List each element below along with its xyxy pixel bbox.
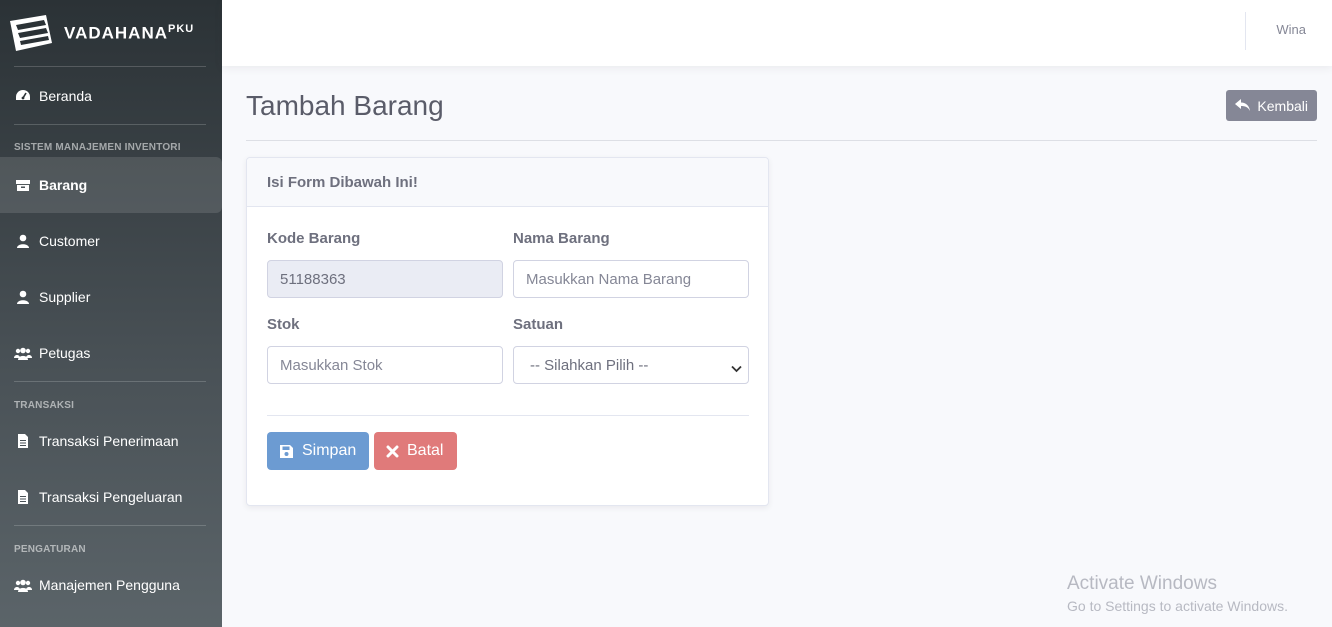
watermark-subtitle: Go to Settings to activate Windows. bbox=[1067, 598, 1288, 614]
watermark-title: Activate Windows bbox=[1067, 573, 1217, 594]
save-button-label: Simpan bbox=[302, 442, 357, 459]
dashboard-icon bbox=[14, 89, 32, 103]
sidebar-item-petugas[interactable]: Petugas bbox=[0, 325, 222, 381]
satuan-label: Satuan bbox=[513, 316, 564, 333]
sidebar-item-label: Transaksi Penerimaan bbox=[39, 433, 179, 449]
file-icon bbox=[14, 490, 32, 504]
back-button-label: Kembali bbox=[1257, 97, 1308, 114]
title-divider bbox=[246, 140, 1317, 141]
form-card-header: Isi Form Dibawah Ini! bbox=[247, 158, 768, 207]
sidebar-item-transaksi-penerimaan[interactable]: Transaksi Penerimaan bbox=[0, 413, 222, 469]
box-icon bbox=[14, 178, 32, 192]
sidebar-item-label: Customer bbox=[39, 233, 100, 249]
user-icon bbox=[14, 234, 32, 248]
stok-input[interactable] bbox=[267, 346, 503, 384]
back-button[interactable]: Kembali bbox=[1226, 90, 1317, 121]
sidebar-item-beranda[interactable]: Beranda bbox=[0, 67, 222, 124]
form-divider bbox=[267, 415, 749, 416]
nama-barang-label: Nama Barang bbox=[513, 230, 610, 247]
sidebar-heading-pengaturan: PENGATURAN bbox=[14, 544, 86, 555]
sidebar-item-customer[interactable]: Customer bbox=[0, 213, 222, 269]
page-title: Tambah Barang bbox=[246, 90, 444, 121]
reply-icon bbox=[1235, 99, 1251, 112]
save-icon bbox=[279, 444, 294, 459]
sidebar-item-label: Manajemen Pengguna bbox=[39, 577, 180, 593]
sidebar-item-label: Supplier bbox=[39, 289, 91, 305]
brand-name: VADAHANAPKU bbox=[64, 22, 195, 43]
sidebar-item-manajemen-pengguna[interactable]: Manajemen Pengguna bbox=[0, 557, 222, 613]
chevron-down-icon bbox=[731, 360, 742, 377]
sidebar-item-label: Petugas bbox=[39, 345, 91, 361]
satuan-selected-value: -- Silahkan Pilih -- bbox=[530, 356, 649, 374]
form-card: Isi Form Dibawah Ini! Kode Barang Nama B… bbox=[246, 157, 769, 506]
close-icon bbox=[386, 445, 399, 458]
sidebar-heading-transaksi: TRANSAKSI bbox=[14, 400, 75, 411]
topbar: Wina bbox=[222, 0, 1332, 66]
sidebar-item-label: Transaksi Pengeluaran bbox=[39, 489, 183, 505]
kode-barang-input[interactable] bbox=[267, 260, 503, 298]
users-icon bbox=[14, 578, 32, 592]
sidebar-item-transaksi-pengeluaran[interactable]: Transaksi Pengeluaran bbox=[0, 469, 222, 525]
cancel-button[interactable]: Batal bbox=[374, 432, 457, 470]
logo-icon bbox=[8, 13, 54, 53]
brand[interactable]: VADAHANAPKU bbox=[0, 0, 222, 66]
cancel-button-label: Batal bbox=[407, 442, 444, 459]
stok-label: Stok bbox=[267, 316, 300, 333]
nama-barang-input[interactable] bbox=[513, 260, 749, 298]
user-icon bbox=[14, 290, 32, 304]
sidebar-divider bbox=[14, 525, 206, 526]
sidebar-item-label: Beranda bbox=[39, 87, 92, 104]
sidebar-item-supplier[interactable]: Supplier bbox=[0, 269, 222, 325]
save-button[interactable]: Simpan bbox=[267, 432, 369, 470]
kode-barang-label: Kode Barang bbox=[267, 230, 361, 247]
sidebar: VADAHANAPKU Beranda SISTEM MANAJEMEN INV… bbox=[0, 0, 222, 627]
topbar-divider bbox=[1245, 12, 1246, 50]
sidebar-item-label: Barang bbox=[39, 177, 88, 193]
sidebar-heading-inventori: SISTEM MANAJEMEN INVENTORI bbox=[14, 142, 181, 153]
sidebar-item-barang[interactable]: Barang bbox=[0, 157, 222, 213]
activation-watermark: Activate Windows Go to Settings to activ… bbox=[1067, 573, 1288, 614]
satuan-select[interactable]: -- Silahkan Pilih -- bbox=[513, 346, 749, 384]
file-icon bbox=[14, 434, 32, 448]
users-icon bbox=[14, 346, 32, 360]
user-menu[interactable]: Wina bbox=[1276, 22, 1306, 37]
sidebar-divider bbox=[14, 124, 206, 125]
sidebar-divider bbox=[14, 381, 206, 382]
